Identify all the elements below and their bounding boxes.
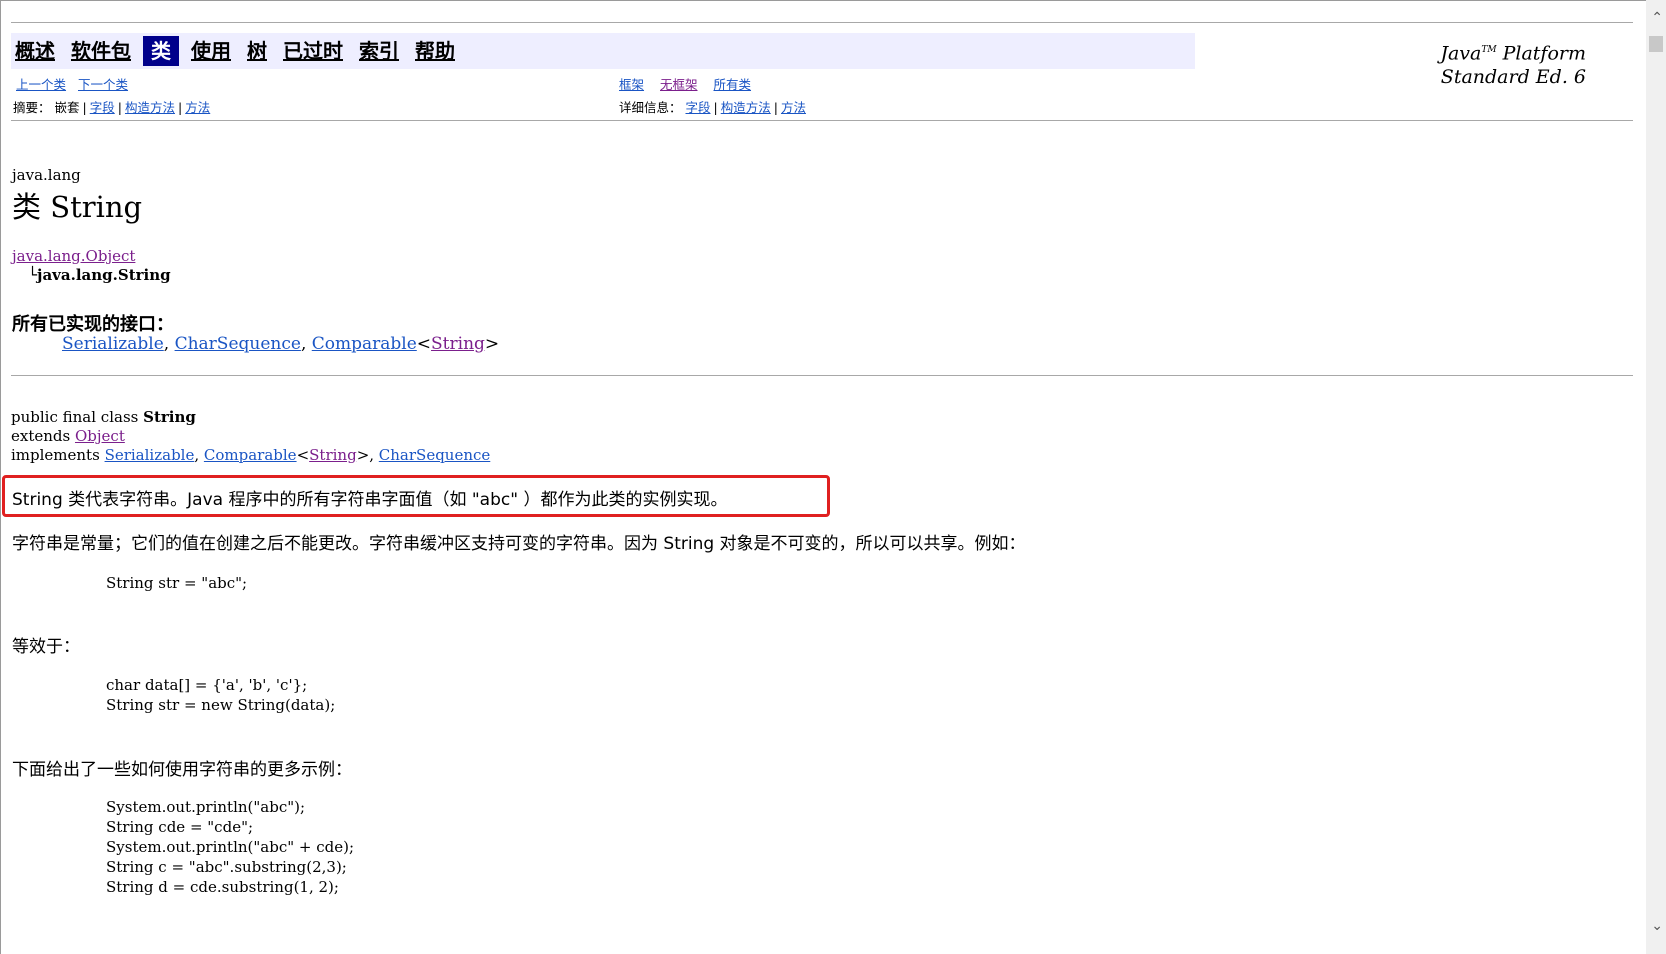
description-highlight: String 类代表字符串。Java 程序中的所有字符串字面值（如 "abc" … (12, 490, 728, 510)
impl-charsequence-link[interactable]: CharSequence (379, 446, 490, 464)
nav-deprecated[interactable]: 已过时 (279, 36, 347, 66)
code-example-2: char data[] = {'a', 'b', 'c'}; String st… (106, 676, 336, 714)
vertical-scrollbar[interactable]: ⌃ ⌄ (1646, 0, 1666, 954)
top-navbar: 概述 软件包 类 使用 树 已过时 索引 帮助 (11, 33, 1195, 69)
window-top-border (0, 0, 1666, 1)
class-declaration: public final class String extends Object… (11, 408, 491, 464)
inheritance-parent: java.lang.Object (12, 247, 135, 265)
body-divider (11, 375, 1633, 376)
description-para1: 字符串是常量；它们的值在创建之后不能更改。字符串缓冲区支持可变的字符串。因为 S… (12, 534, 1026, 554)
frame-links: 框架 无框架 所有类 (619, 74, 763, 93)
prev-class-link[interactable]: 上一个类 (16, 77, 66, 92)
impl-comparable-link[interactable]: Comparable (204, 446, 297, 464)
window-left-border (0, 0, 1, 954)
nav-overview[interactable]: 概述 (11, 36, 59, 66)
comparable-link[interactable]: Comparable (312, 334, 417, 354)
description-para3: 下面给出了一些如何使用字符串的更多示例： (12, 760, 352, 780)
code-example-1: String str = "abc"; (106, 574, 248, 592)
charsequence-link[interactable]: CharSequence (175, 334, 301, 354)
platform-label: JavaTM Platform Standard Ed. 6 (1440, 42, 1586, 89)
nav-use[interactable]: 使用 (187, 36, 235, 66)
scroll-thumb[interactable] (1649, 36, 1663, 52)
nav-package[interactable]: 软件包 (67, 36, 135, 66)
chevron-up-icon[interactable]: ⌃ (1651, 10, 1663, 26)
detail-method-link[interactable]: 方法 (781, 100, 806, 115)
header-divider (11, 120, 1633, 121)
nav-help[interactable]: 帮助 (411, 36, 459, 66)
inheritance-child: └java.lang.String (28, 266, 171, 284)
detail-label: 详细信息： (619, 100, 682, 115)
string-link[interactable]: String (431, 334, 485, 354)
all-classes-link[interactable]: 所有类 (714, 77, 752, 92)
detail-field-link[interactable]: 字段 (686, 100, 711, 115)
interfaces-list: Serializable, CharSequence, Comparable<S… (62, 334, 500, 354)
impl-serializable-link[interactable]: Serializable (105, 446, 195, 464)
summary-nested: 嵌套 (54, 100, 80, 115)
serializable-link[interactable]: Serializable (62, 334, 164, 354)
nav-index[interactable]: 索引 (355, 36, 403, 66)
code-example-3: System.out.println("abc"); String cde = … (106, 798, 355, 896)
next-class-link[interactable]: 下一个类 (78, 77, 128, 92)
interfaces-title: 所有已实现的接口： (12, 314, 174, 335)
summary-links: 摘要： 嵌套 | 字段 | 构造方法 | 方法 (13, 100, 211, 115)
no-frames-link[interactable]: 无框架 (660, 77, 698, 92)
summary-field-link[interactable]: 字段 (90, 100, 115, 115)
description-para2: 等效于： (12, 637, 80, 657)
summary-label: 摘要： (13, 100, 51, 115)
detail-links: 详细信息： 字段 | 构造方法 | 方法 (619, 100, 806, 115)
package-name: java.lang (12, 166, 81, 184)
frames-link[interactable]: 框架 (619, 77, 644, 92)
summary-method-link[interactable]: 方法 (185, 100, 210, 115)
nav-tree[interactable]: 树 (243, 36, 271, 66)
class-nav-links: 上一个类 下一个类 (16, 74, 136, 93)
summary-constructor-link[interactable]: 构造方法 (125, 100, 175, 115)
top-divider (11, 22, 1633, 23)
impl-string-link[interactable]: String (309, 446, 357, 464)
chevron-down-icon[interactable]: ⌄ (1651, 918, 1663, 934)
object-link[interactable]: java.lang.Object (12, 247, 135, 265)
detail-constructor-link[interactable]: 构造方法 (721, 100, 771, 115)
nav-class: 类 (143, 36, 179, 66)
extends-object-link[interactable]: Object (75, 427, 125, 445)
page-title: 类 String (12, 190, 143, 224)
